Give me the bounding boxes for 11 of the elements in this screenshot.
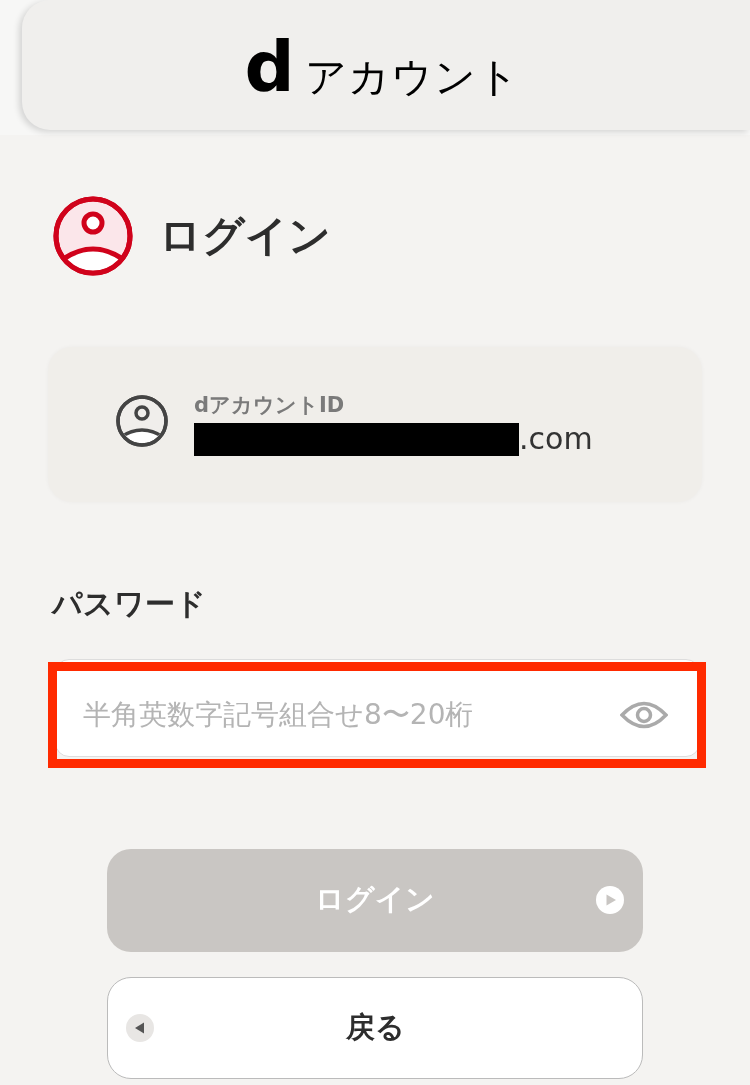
- password-label: パスワード: [52, 585, 206, 623]
- account-id-label: dアカウントID: [194, 391, 346, 419]
- logo-text: アカウント: [304, 57, 520, 98]
- user-icon: [116, 394, 168, 447]
- account-id-value: .com: [519, 421, 593, 458]
- logo-mark: d: [244, 32, 295, 102]
- eye-icon[interactable]: [620, 699, 668, 730]
- user-avatar-icon: [53, 196, 133, 276]
- back-button[interactable]: 戻る: [107, 976, 643, 1079]
- page-title: ログイン: [159, 210, 331, 262]
- play-icon: [596, 886, 624, 914]
